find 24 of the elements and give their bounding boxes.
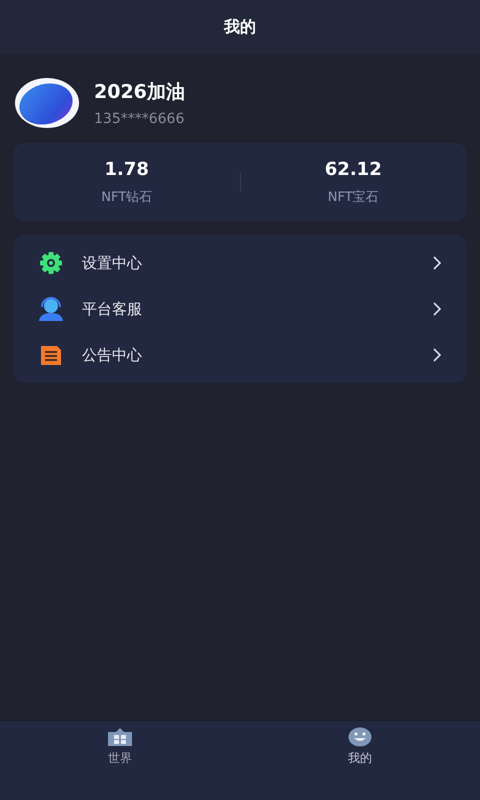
chevron-right-icon bbox=[432, 301, 442, 317]
headset-person-icon bbox=[38, 296, 64, 322]
menu-item[interactable]: 平台客服 bbox=[14, 286, 466, 332]
menu-item[interactable]: 公告中心 bbox=[14, 332, 466, 378]
page-title: 我的 bbox=[224, 17, 256, 38]
gear-icon bbox=[38, 250, 64, 276]
tab[interactable]: 我的 bbox=[325, 727, 395, 767]
stat-label: NFT钻石 bbox=[101, 188, 152, 206]
user-name: 2026加油 bbox=[94, 80, 185, 105]
menu-label: 平台客服 bbox=[82, 300, 143, 318]
menu-label: 设置中心 bbox=[82, 254, 143, 272]
menu-label: 公告中心 bbox=[82, 346, 143, 364]
avatar-icon[interactable] bbox=[14, 77, 80, 129]
stat-value: 62.12 bbox=[324, 158, 382, 180]
phone-number: 135****6666 bbox=[94, 111, 185, 127]
gift-box-icon bbox=[107, 727, 133, 747]
document-icon bbox=[38, 343, 64, 367]
chevron-right-icon bbox=[432, 255, 442, 271]
smiley-icon bbox=[348, 727, 372, 747]
stat-label: NFT宝石 bbox=[328, 188, 379, 206]
stat-value: 1.78 bbox=[104, 158, 149, 180]
menu-item[interactable]: 设置中心 bbox=[14, 240, 466, 286]
chevron-right-icon bbox=[432, 347, 442, 363]
tab[interactable]: 世界 bbox=[85, 727, 155, 767]
